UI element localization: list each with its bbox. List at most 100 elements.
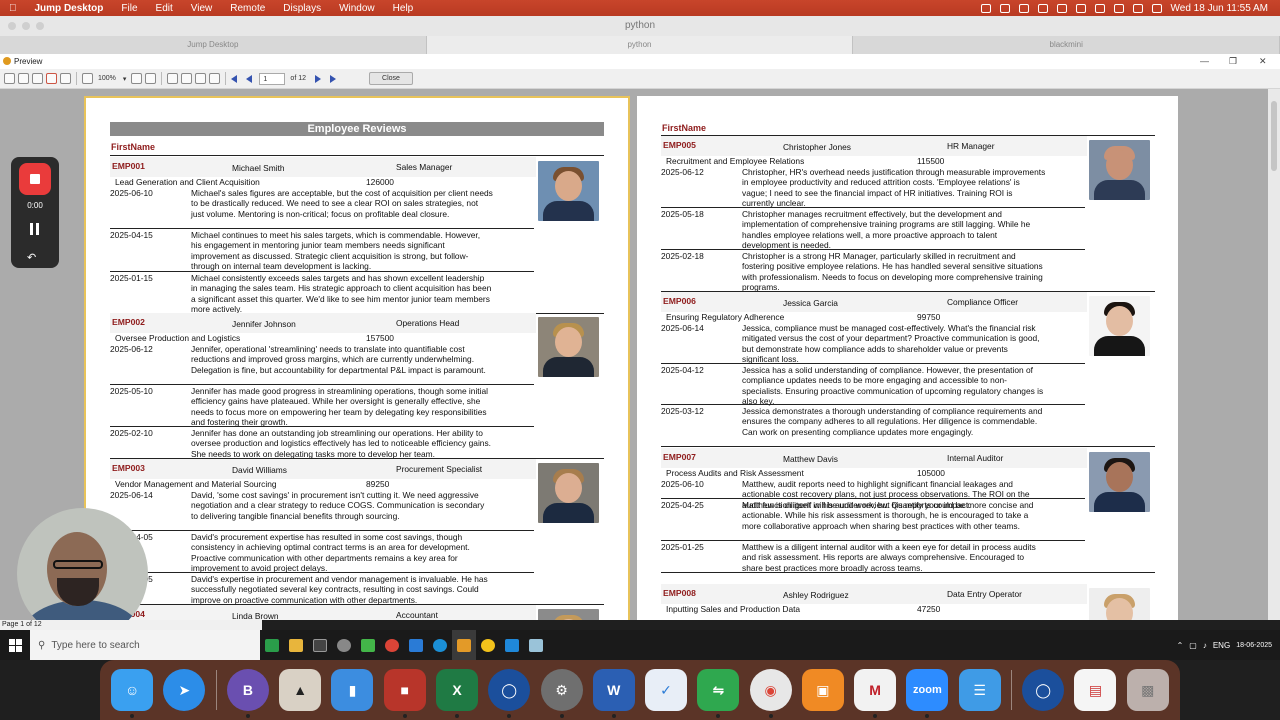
dock-1password-mini-icon[interactable]: ◯ (1022, 669, 1065, 711)
dock-jump-desktop-icon[interactable]: ⇋ (697, 669, 740, 718)
minimize-icon[interactable]: — (1200, 54, 1209, 69)
block-icon[interactable] (999, 3, 1010, 13)
search-icon[interactable] (1132, 3, 1143, 13)
chevron-up-icon[interactable]: ⌃ (1177, 641, 1184, 650)
dock-finder-icon[interactable]: ☺ (111, 669, 154, 718)
taskbar-app-vscode[interactable] (500, 630, 524, 660)
taskbar-app-excel[interactable] (260, 630, 284, 660)
taskbar-app-settings[interactable] (332, 630, 356, 660)
menu-window[interactable]: Window (330, 3, 384, 14)
pause-icon[interactable] (30, 223, 40, 235)
fit-page-icon[interactable] (145, 73, 157, 84)
taskbar-app-terminal[interactable] (308, 630, 332, 660)
dock-excel-icon[interactable]: X (435, 669, 478, 718)
dock-preview-icon[interactable]: ☰ (958, 669, 1001, 711)
employee-id: EMP003 (112, 463, 145, 473)
menu-edit[interactable]: Edit (147, 3, 182, 14)
tab-blackmini[interactable]: blackmini (853, 36, 1280, 54)
bluetooth-icon[interactable] (1075, 3, 1086, 13)
docker-icon[interactable] (1018, 3, 1029, 13)
dock-1password-icon[interactable]: ◯ (488, 669, 531, 718)
dock-cleaner-icon[interactable]: ▲ (279, 669, 322, 711)
dock-bookmarks-icon[interactable]: ▮ (331, 669, 374, 711)
taskbar-app-paw[interactable] (476, 630, 500, 660)
last-page-icon[interactable] (330, 74, 336, 83)
scrollbar-thumb[interactable] (1271, 101, 1277, 171)
print-setup-icon[interactable] (18, 73, 29, 84)
page-setup-icon[interactable] (60, 73, 71, 84)
close-window-icon[interactable] (8, 22, 16, 30)
stop-recording-button[interactable] (19, 163, 51, 195)
zoom-in-icon[interactable] (82, 73, 93, 84)
taskbar-date[interactable]: 18-06-2025 (1236, 641, 1272, 650)
dock-document-icon[interactable]: ▤ (1074, 669, 1117, 711)
dock-cloud-icon[interactable]: ✓ (645, 669, 688, 711)
control-center-icon[interactable] (1151, 3, 1162, 13)
record-icon[interactable] (980, 3, 991, 13)
apple-icon[interactable]:  (0, 3, 26, 14)
taskbar-app-outlook[interactable] (404, 630, 428, 660)
dock-chrome-icon[interactable]: ◉ (749, 669, 792, 718)
menubar-clock[interactable]: Wed 18 Jun 11:55 AM (1171, 3, 1268, 14)
menu-file[interactable]: File (112, 3, 146, 14)
edit-page-icon[interactable] (209, 73, 221, 84)
dock-safari-icon[interactable]: ➤ (163, 669, 206, 711)
print-icon[interactable] (4, 73, 15, 84)
dock-word-icon[interactable]: W (592, 669, 635, 718)
grid-icon[interactable] (1056, 3, 1067, 13)
close-icon[interactable]: ✕ (1259, 54, 1267, 69)
menu-remote[interactable]: Remote (221, 3, 274, 14)
previous-page-icon[interactable] (246, 74, 253, 83)
minimize-window-icon[interactable] (22, 22, 30, 30)
dock-books-icon[interactable]: ▣ (801, 669, 844, 711)
first-page-icon[interactable] (231, 74, 238, 83)
dock-bbedit-icon[interactable]: B (226, 669, 269, 718)
page-number-input[interactable]: 1 (259, 72, 286, 85)
taskbar-search[interactable]: ⚲ Type here to search (30, 630, 260, 660)
dock-zoom-icon[interactable]: zoom (906, 669, 949, 718)
review-text: Christopher is a strong HR Manager, part… (742, 251, 1043, 293)
battery-icon[interactable] (1094, 3, 1105, 13)
two-page-icon[interactable] (181, 73, 193, 84)
zoom-out-icon[interactable] (131, 73, 143, 84)
save-icon[interactable] (32, 73, 43, 84)
vertical-scrollbar[interactable] (1268, 89, 1280, 620)
restore-icon[interactable]: ❐ (1229, 54, 1237, 69)
language-indicator[interactable]: ENG (1213, 641, 1230, 650)
tab-jump-desktop[interactable]: Jump Desktop (0, 36, 427, 54)
review-text: Jessica demonstrates a thorough understa… (742, 406, 1043, 437)
pdf-export-icon[interactable] (46, 73, 57, 84)
dock-system-settings-icon[interactable]: ⚙ (540, 669, 583, 718)
menu-displays[interactable]: Displays (274, 3, 330, 14)
review-entry: 2025-06-10 Matthew, audit reports need t… (661, 479, 1155, 510)
taskbar-app-explorer[interactable] (284, 630, 308, 660)
zoom-select[interactable]: 100% (96, 75, 118, 82)
employee-name: David Williams (232, 465, 287, 475)
menu-help[interactable]: Help (384, 3, 423, 14)
taskbar-app-green[interactable] (356, 630, 380, 660)
tab-python[interactable]: python (426, 36, 854, 54)
network-icon[interactable]: ▢ (1189, 641, 1197, 650)
speaker-icon[interactable]: ♪ (1203, 641, 1207, 650)
zoom-window-icon[interactable] (36, 22, 44, 30)
single-page-icon[interactable] (167, 73, 179, 84)
restart-icon[interactable]: ↶ (27, 251, 36, 264)
preview-canvas[interactable]: Employee Reviews FirstName EMP001 Michae… (0, 89, 1280, 620)
chevron-down-icon[interactable]: ▾ (121, 75, 129, 83)
review-date: 2025-06-14 (110, 490, 153, 500)
dock-trash-icon[interactable]: ▩ (1126, 669, 1169, 711)
taskbar-app-edge[interactable] (428, 630, 452, 660)
taskbar-app-jump[interactable] (524, 630, 548, 660)
taskbar-app-python[interactable] (452, 630, 476, 660)
next-page-icon[interactable] (315, 74, 321, 83)
taskbar-app-chrome[interactable] (380, 630, 404, 660)
multi-page-icon[interactable] (195, 73, 207, 84)
close-button[interactable]: Close (369, 72, 413, 85)
dock-toolbox-icon[interactable]: ■ (383, 669, 426, 718)
menu-view[interactable]: View (182, 3, 222, 14)
menu-app-name[interactable]: Jump Desktop (26, 3, 113, 14)
wifi-icon[interactable] (1113, 3, 1124, 13)
pen-icon[interactable] (1037, 3, 1048, 13)
dock-mendeley-icon[interactable]: M (854, 669, 897, 718)
start-button[interactable] (0, 630, 30, 660)
